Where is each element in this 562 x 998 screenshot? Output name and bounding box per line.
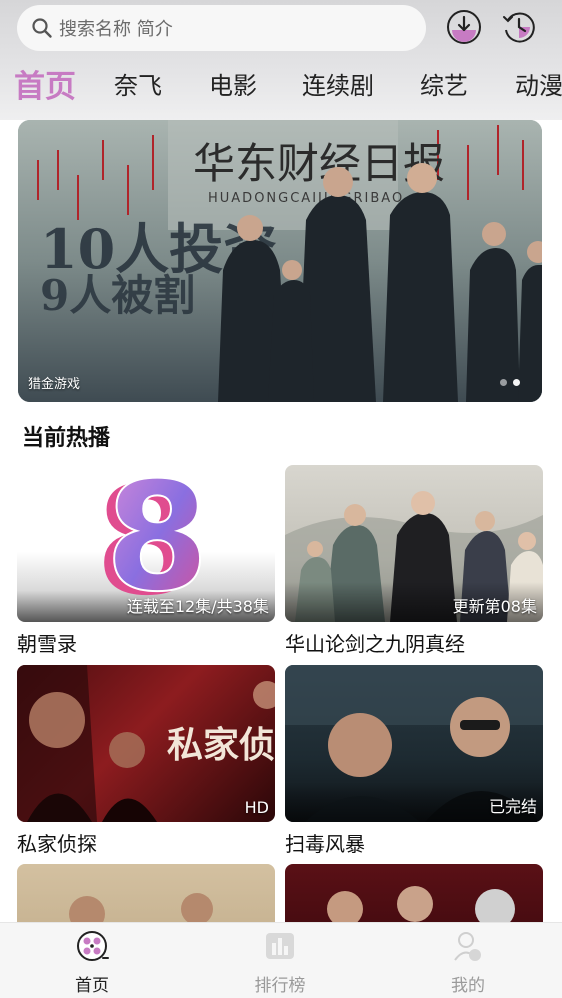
hero-banner[interactable]: 华东财经日报 HUADONGCAIJINGRIBAO 10人投资 9人被割 猎金… [18,120,542,402]
tab-netflix[interactable]: 奈飞 [114,58,162,108]
nav-home-label: 首页 [75,976,109,996]
section-title-now-playing: 当前热播 [22,426,111,451]
bottom-navigation: 首页 排行榜 我的 [0,922,562,998]
show-thumbnail: 更新第08集 [285,465,543,622]
film-reel-icon [77,931,109,961]
banner-caption: 猎金游戏 [28,377,81,392]
tab-home[interactable]: 首页 [14,58,76,108]
pagination-dot-active [513,379,520,386]
category-tabs: 首页 奈飞 电影 连续剧 综艺 动漫 [0,58,562,108]
episode-badge: 更新第08集 [452,597,537,616]
status-badge: 已完结 [488,797,537,816]
pagination-dot [500,379,507,386]
show-card[interactable]: 更新第08集 华山论剑之九阴真经 [285,465,543,657]
show-card[interactable]: 已完结 扫毒风暴 [285,665,543,857]
quality-badge: HD [244,798,269,817]
nav-ranking-label: 排行榜 [254,976,306,996]
banner-poster-subtitle: HUADONGCAIJINGRIBAO [208,191,404,206]
banner-poster-image: 华东财经日报 HUADONGCAIJINGRIBAO 10人投资 9人被割 [18,120,542,402]
show-title: 华山论剑之九阴真经 [285,632,465,656]
show-title: 私家侦探 [17,832,97,856]
show-thumbnail: 8 8 连载至12集/共38集 [17,465,275,622]
history-icon[interactable] [500,8,538,46]
show-card[interactable]: 8 8 连载至12集/共38集 朝雪录 [17,465,275,657]
tab-movies[interactable]: 电影 [209,58,257,108]
tab-variety[interactable]: 综艺 [420,58,468,108]
thumbnail-graphic-text: 私家侦 [167,724,275,766]
nav-home[interactable]: 首页 [32,929,152,996]
download-icon[interactable] [445,8,483,46]
show-thumbnail: 已完结 [285,665,543,822]
show-poster-image: 私家侦 [17,665,275,822]
search-bar[interactable]: 搜索名称 简介 [17,5,426,51]
show-thumbnail: 私家侦 HD [17,665,275,822]
banner-poster-title: 华东财经日报 [193,139,445,188]
banner-pagination [500,379,520,386]
profile-icon [454,932,481,961]
nav-ranking[interactable]: 排行榜 [220,929,340,996]
tab-series[interactable]: 连续剧 [302,58,374,108]
banner-poster-headline-2: 9人被割 [40,271,195,320]
nav-profile[interactable]: 我的 [408,929,528,996]
tab-anime[interactable]: 动漫 [515,58,562,108]
search-placeholder: 搜索名称 简介 [59,19,173,40]
ranking-chart-icon [266,933,294,959]
episode-badge: 连载至12集/共38集 [126,597,269,616]
top-header-area: 搜索名称 简介 首页 奈飞 电影 连续剧 综艺 动漫 [0,0,562,120]
search-icon [32,18,52,38]
show-card[interactable]: 私家侦 HD 私家侦探 [17,665,275,857]
nav-profile-label: 我的 [451,976,485,996]
show-title: 扫毒风暴 [285,832,365,856]
show-title: 朝雪录 [17,632,77,656]
